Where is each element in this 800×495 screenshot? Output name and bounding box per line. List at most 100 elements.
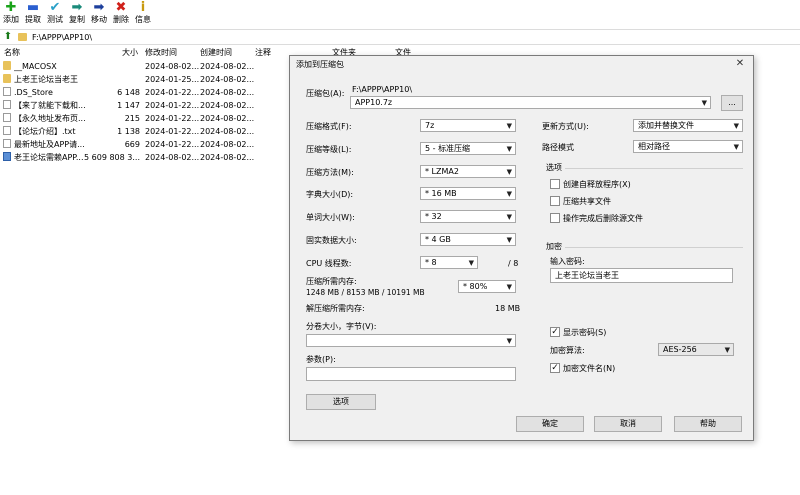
folder-icon (18, 33, 27, 41)
level-label: 压缩等级(L): (306, 145, 352, 154)
sfx-checkbox[interactable] (550, 179, 560, 189)
file-created: 2024-08-02... (200, 88, 255, 97)
close-icon[interactable]: ✕ (733, 58, 747, 70)
method-select[interactable]: * LZMA2 ▼ (420, 165, 516, 178)
chevron-down-icon: ▼ (468, 259, 474, 267)
file-icon (3, 113, 11, 122)
file-modified: 2024-08-02... (145, 62, 200, 71)
table-row[interactable]: 【来了就能下载和... 1 147 2024-01-22... 2024-08-… (0, 99, 300, 112)
memory-usage-select[interactable]: * 80% ▼ (458, 280, 516, 293)
method-label: 压缩方法(M): (306, 168, 354, 177)
encryption-method-select[interactable]: AES-256 ▼ (658, 343, 734, 356)
chevron-down-icon: ▼ (506, 213, 512, 221)
format-label: 压缩格式(F): (306, 122, 352, 131)
encryption-group-label: 加密 (546, 242, 562, 251)
chevron-down-icon: ▼ (506, 122, 512, 130)
chevron-down-icon: ▼ (506, 337, 512, 345)
file-modified: 2024-01-22... (145, 140, 200, 149)
cpu-threads-label: CPU 线程数: (306, 259, 352, 268)
table-row[interactable]: .DS_Store 6 148 2024-01-22... 2024-08-02… (0, 86, 300, 99)
table-row[interactable]: 最新地址及APP请... 669 2024-01-22... 2024-08-0… (0, 138, 300, 151)
file-icon (3, 139, 11, 148)
decompress-memory-value: 18 MB (495, 304, 521, 313)
path-mode-select[interactable]: 相对路径 ▼ (633, 140, 743, 153)
file-size: 6 148 (117, 88, 140, 97)
cpu-threads-select[interactable]: * 8 ▼ (420, 256, 478, 269)
address-bar: ⬆ F:\APPP\APP10\ (0, 29, 800, 45)
chevron-down-icon: ▼ (506, 190, 512, 198)
browse-button[interactable]: ... (721, 95, 743, 111)
folder-icon (3, 61, 11, 70)
solid-block-label: 固实数据大小: (306, 236, 357, 245)
table-row[interactable]: 【永久地址发布页... 215 2024-01-22... 2024-08-02… (0, 112, 300, 125)
chevron-down-icon: ▼ (733, 122, 739, 130)
file-created: 2024-08-02... (200, 101, 255, 110)
format-select[interactable]: 7z ▼ (420, 119, 516, 132)
address-path[interactable]: F:\APPP\APP10\ (32, 32, 92, 43)
compress-memory-detail: 1248 MB / 8153 MB / 10191 MB (306, 288, 425, 297)
table-row[interactable]: 上老王论坛当老王 2024-01-25... 2024-08-02... (0, 73, 300, 86)
password-label: 输入密码: (550, 257, 585, 266)
file-created: 2024-08-02... (200, 153, 255, 162)
copy-arrow-icon: ➡ (71, 0, 83, 15)
word-size-label: 单词大小(W): (306, 213, 355, 222)
file-modified: 2024-08-02... (145, 153, 200, 162)
check-icon: ✔ (49, 0, 61, 15)
chevron-down-icon: ▼ (506, 145, 512, 153)
move-arrow-icon: ➡ (93, 0, 105, 15)
file-modified: 2024-01-22... (145, 114, 200, 123)
level-select[interactable]: 5 - 标准压缩 ▼ (420, 142, 516, 155)
encrypt-names-checkbox[interactable]: ✓ (550, 363, 560, 373)
file-name: __MACOSX (14, 62, 57, 71)
column-modified[interactable]: 修改时间 (145, 47, 177, 58)
decompress-memory-label: 解压缩所需内存: (306, 304, 365, 313)
solid-block-select[interactable]: * 4 GB ▼ (420, 233, 516, 246)
file-modified: 2024-01-22... (145, 127, 200, 136)
column-comment[interactable]: 注释 (255, 47, 271, 58)
chevron-down-icon: ▼ (506, 283, 512, 291)
encryption-group-divider (565, 247, 743, 248)
delete-after-checkbox[interactable] (550, 213, 560, 223)
table-row[interactable]: 【论坛介绍】.txt 1 138 2024-01-22... 2024-08-0… (0, 125, 300, 138)
file-modified: 2024-01-22... (145, 88, 200, 97)
archive-name-combo[interactable]: APP10.7z ▼ (350, 96, 711, 109)
word-size-select[interactable]: * 32 ▼ (420, 210, 516, 223)
file-created: 2024-08-02... (200, 75, 255, 84)
show-password-checkbox[interactable]: ✓ (550, 327, 560, 337)
help-button[interactable]: 帮助 (674, 416, 742, 432)
parameters-input[interactable] (306, 367, 516, 381)
dictionary-select[interactable]: * 16 MB ▼ (420, 187, 516, 200)
dictionary-label: 字典大小(D): (306, 190, 354, 199)
column-size[interactable]: 大小 (122, 47, 138, 58)
options-button[interactable]: 选项 (306, 394, 376, 410)
file-size: 1 138 (117, 127, 140, 136)
up-folder-icon[interactable]: ⬆ (2, 31, 14, 43)
file-name: 最新地址及APP请... (14, 140, 85, 149)
file-modified: 2024-01-25... (145, 75, 200, 84)
password-input[interactable]: 上老王论坛当老王 (550, 268, 733, 283)
plus-icon: ✚ (5, 0, 17, 15)
ok-button[interactable]: 确定 (516, 416, 584, 432)
chevron-down-icon: ▼ (506, 168, 512, 176)
file-modified: 2024-01-22... (145, 101, 200, 110)
volume-size-combo[interactable]: ▼ (306, 334, 516, 347)
archive-label: 压缩包(A): (306, 89, 345, 98)
toolbar: ✚ 添加 ▬ 提取 ✔ 测试 ➡ 复制 ➡ 移动 ✖ 删除 i 信息 (0, 0, 800, 28)
update-mode-select[interactable]: 添加并替换文件 ▼ (633, 119, 743, 132)
shared-files-checkbox[interactable] (550, 196, 560, 206)
file-name: 【论坛介绍】.txt (14, 127, 76, 136)
file-created: 2024-08-02... (200, 140, 255, 149)
file-name: 上老王论坛当老王 (14, 75, 78, 84)
info-button[interactable]: i 信息 (132, 0, 154, 28)
column-name[interactable]: 名称 (4, 47, 20, 58)
archive-directory: F:\APPP\APP10\ (352, 85, 413, 94)
sfx-label: 创建自释放程序(X) (563, 180, 631, 189)
compress-memory-label: 压缩所需内存: (306, 277, 357, 286)
chevron-down-icon: ▼ (701, 99, 707, 107)
table-row[interactable]: __MACOSX 2024-08-02... 2024-08-02... (0, 60, 300, 73)
cancel-button[interactable]: 取消 (594, 416, 662, 432)
file-created: 2024-08-02... (200, 114, 255, 123)
column-created[interactable]: 创建时间 (200, 47, 232, 58)
password-value: 上老王论坛当老王 (555, 271, 619, 280)
table-row[interactable]: 老王论坛需赖APP... 5 609 808 3... 2024-08-02..… (0, 151, 300, 164)
